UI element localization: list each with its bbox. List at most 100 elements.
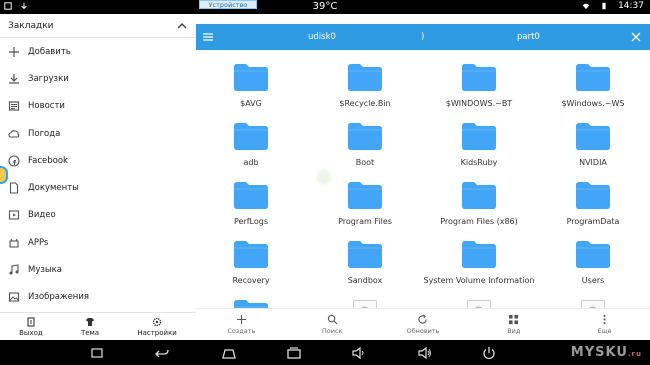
file-name: Boot xyxy=(355,158,375,167)
sidebar-item-music[interactable]: Музыка xyxy=(0,256,196,283)
back-icon[interactable] xyxy=(155,346,169,360)
search-label: Поиск xyxy=(321,327,343,335)
unknown-file-icon: ? xyxy=(581,300,605,308)
folder-item[interactable]: Users xyxy=(538,241,648,285)
folder-item[interactable]: KidsRuby xyxy=(424,123,534,167)
folder-item[interactable]: Program Files (x86) xyxy=(424,182,534,226)
more-button[interactable]: Еще xyxy=(575,314,635,335)
bookmarks-header[interactable]: Закладки xyxy=(0,14,196,38)
recent-apps-icon[interactable] xyxy=(287,346,301,360)
file-name: adb xyxy=(243,158,259,167)
sidebar-item-label: Изображения xyxy=(28,292,90,303)
folder-icon xyxy=(576,241,610,268)
left-bottom-bar: Выход Тема Настройки xyxy=(0,312,196,340)
facebook-icon xyxy=(8,155,20,167)
search-icon xyxy=(327,314,338,325)
folder-icon xyxy=(576,182,610,209)
folder-icon xyxy=(576,123,610,150)
file-name: Recovery xyxy=(232,276,270,285)
home-icon[interactable] xyxy=(222,346,236,360)
sidebar-item-facebook[interactable]: Facebook xyxy=(0,147,196,174)
bookmarks-list: Добавить Загрузки Новости Погода Faceboo… xyxy=(0,38,196,311)
settings-button[interactable]: Настройки xyxy=(137,317,177,337)
file-grid: $AVG $Recycle.Bin $WINDOWS.~BT $Windows.~WS… xyxy=(196,50,650,308)
sidebar-item-add[interactable]: Добавить xyxy=(0,38,196,65)
folder-item[interactable]: ProgramData xyxy=(538,182,648,226)
document-icon xyxy=(9,182,19,194)
navigation-bar: MYSKU.ru xyxy=(0,340,650,365)
breadcrumb-udisk0[interactable]: udisk0 xyxy=(308,32,336,42)
settings-icon xyxy=(152,317,162,326)
folder-item[interactable]: Program Files xyxy=(310,182,420,226)
sidebar-item-apps[interactable]: APPs xyxy=(0,229,196,256)
volume-up-icon[interactable] xyxy=(418,346,432,360)
folder-icon xyxy=(348,64,382,91)
file-name: Sandbox xyxy=(347,276,383,285)
folder-item[interactable]: $Windows.~WS xyxy=(538,64,648,108)
folder-item[interactable]: NVIDIA xyxy=(538,123,648,167)
sidebar-item-label: Facebook xyxy=(28,155,68,166)
sidebar-item-weather[interactable]: Погода xyxy=(0,120,196,147)
refresh-button[interactable]: Обновить xyxy=(393,314,453,335)
unknown-file-icon: ? xyxy=(353,300,377,308)
volume-down-icon[interactable] xyxy=(352,346,366,360)
theme-icon xyxy=(86,317,95,326)
watermark-suffix: .ru xyxy=(627,350,642,358)
folder-item[interactable]: $WINDOWS.~BT xyxy=(424,64,534,108)
cloud-icon xyxy=(8,129,20,138)
refresh-label: Обновить xyxy=(406,327,440,335)
search-button[interactable]: Поиск xyxy=(302,314,362,335)
sidebar-item-video[interactable]: Видео xyxy=(0,202,196,229)
folder-item[interactable]: Boot xyxy=(310,123,420,167)
folder-icon xyxy=(348,182,382,209)
screenshot-icon[interactable] xyxy=(90,346,104,360)
sidebar-item-label: Видео xyxy=(28,210,56,221)
power-icon[interactable] xyxy=(482,346,496,360)
create-button[interactable]: Создать xyxy=(211,314,271,335)
chevron-up-icon[interactable] xyxy=(176,20,188,32)
news-icon xyxy=(8,101,20,111)
exit-button[interactable]: Выход xyxy=(19,316,43,337)
file-name: Program Files xyxy=(338,217,392,226)
path-toolbar: udisk0 ) part0 xyxy=(196,24,650,50)
sidebar-item-label: Новости xyxy=(28,101,65,112)
sidebar-item-news[interactable]: Новости xyxy=(0,93,196,120)
exit-icon xyxy=(27,316,35,327)
file-item[interactable]: ? xyxy=(538,300,648,308)
video-icon xyxy=(8,210,20,220)
folder-item[interactable]: Sandbox xyxy=(310,241,420,285)
folder-item[interactable]: adb xyxy=(196,123,306,167)
plus-icon xyxy=(236,314,246,325)
file-name: Users xyxy=(581,276,605,285)
menu-icon[interactable] xyxy=(202,31,214,43)
wifi-icon xyxy=(582,3,590,10)
view-button[interactable]: Вид xyxy=(484,314,544,335)
folder-icon xyxy=(234,300,268,308)
exit-label: Выход xyxy=(19,328,43,337)
folder-item[interactable]: PerfLogs xyxy=(196,182,306,226)
theme-button[interactable]: Тема xyxy=(81,317,99,337)
folder-item[interactable]: System Volume Information xyxy=(424,241,535,285)
settings-label: Настройки xyxy=(137,328,177,337)
file-name: $WINDOWS.~BT xyxy=(445,99,513,108)
file-name: KidsRuby xyxy=(460,158,498,167)
sidebar-item-images[interactable]: Изображения xyxy=(0,284,196,311)
folder-item[interactable] xyxy=(196,300,306,308)
sidebar-item-documents[interactable]: Документы xyxy=(0,174,196,201)
watermark-text: MYSKU xyxy=(570,345,628,360)
plus-icon xyxy=(9,46,19,57)
close-icon[interactable] xyxy=(630,31,642,43)
sidebar-item-label: Музыка xyxy=(28,265,62,276)
folder-item[interactable]: $Recycle.Bin xyxy=(310,64,420,108)
music-icon xyxy=(9,264,19,275)
folder-icon xyxy=(462,241,496,268)
file-item[interactable]: ? xyxy=(310,300,420,308)
file-item[interactable]: ? xyxy=(424,300,534,308)
breadcrumb-part0[interactable]: part0 xyxy=(517,32,540,42)
folder-item[interactable]: Recovery xyxy=(196,241,306,285)
theme-label: Тема xyxy=(80,328,100,337)
status-bar: 39°C 14:37 xyxy=(0,0,650,14)
clock: 14:37 xyxy=(618,1,644,11)
folder-item[interactable]: $AVG xyxy=(196,64,306,108)
sidebar-item-downloads[interactable]: Загрузки xyxy=(0,65,196,92)
